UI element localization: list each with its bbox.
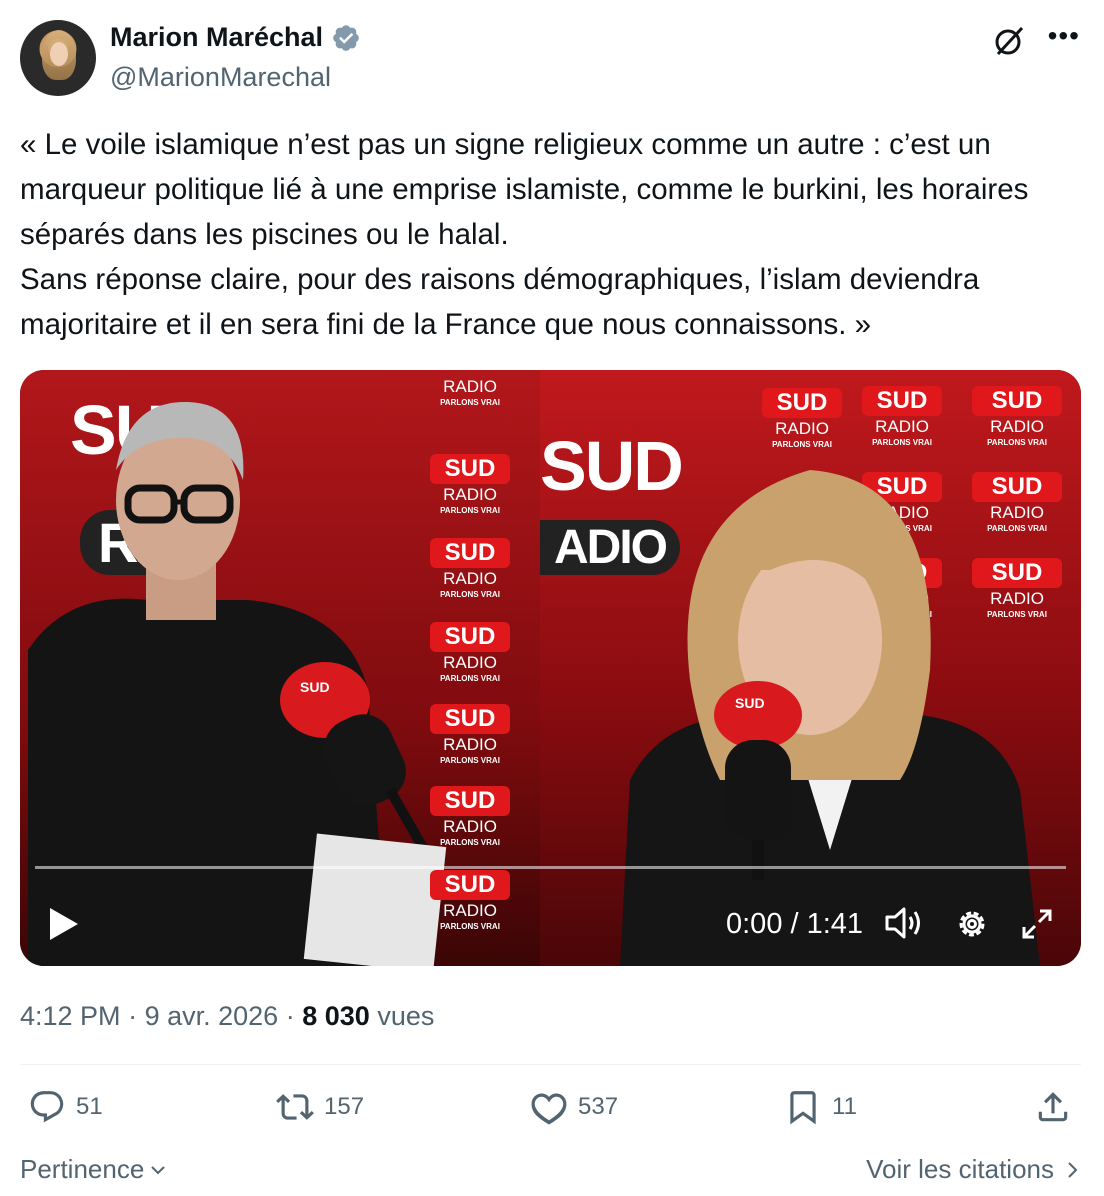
- tweet-time[interactable]: 4:12 PM: [20, 1001, 121, 1031]
- author-name[interactable]: Marion Maréchal: [110, 22, 323, 53]
- chevron-right-icon: [1068, 1161, 1078, 1178]
- verified-badge-icon: [333, 24, 359, 51]
- volume-icon[interactable]: [884, 906, 924, 940]
- repost-count: 157: [324, 1093, 365, 1120]
- bookmark-count: 11: [832, 1093, 857, 1120]
- wall-logo: SUDRADIOPARLONS VRAI: [430, 538, 510, 600]
- repost-icon: [276, 1094, 314, 1120]
- paper-sheet: [303, 833, 447, 966]
- avatar[interactable]: [20, 20, 96, 96]
- wall-logo: RADIO PARLONS VRAI: [440, 377, 500, 407]
- tweet-meta: 4:12 PM · 9 avr. 2026 · 8 030 vues: [20, 1001, 434, 1032]
- wall-logo: SUDRADIOPARLONS VRAI: [862, 386, 942, 448]
- quotes-label: Voir les citations: [866, 1154, 1054, 1184]
- bookmark-icon: [790, 1091, 816, 1125]
- author-handle[interactable]: @MarionMarechal: [110, 62, 331, 93]
- avatar-face: [50, 42, 68, 66]
- views-count: 8 030: [302, 1001, 370, 1031]
- microphone-right: SUD: [714, 681, 802, 880]
- heart-icon: [531, 1093, 567, 1125]
- video-time: 0:00 / 1:41: [726, 908, 864, 940]
- fullscreen-icon[interactable]: [1020, 907, 1054, 941]
- reply-count: 51: [76, 1093, 103, 1120]
- video-person-right: [620, 470, 1040, 966]
- repost-button[interactable]: 157: [276, 1088, 364, 1126]
- wall-logo: SUDRADIOPARLONS VRAI: [762, 388, 842, 450]
- chevron-down-icon: [151, 1165, 166, 1174]
- video-player[interactable]: SU RA SUD SUD ADIO RADIOPARLONS VRAI SUD…: [20, 370, 1081, 966]
- microphone-left: SUD: [280, 662, 435, 860]
- wall-logo: SUDRADIOPARLONS VRAI: [430, 786, 510, 848]
- divider: [20, 1064, 1081, 1065]
- reply-button[interactable]: 51: [28, 1088, 103, 1126]
- meta-separator: ·: [285, 1001, 295, 1031]
- view-quotes-link[interactable]: Voir les citations: [866, 1154, 1080, 1185]
- bookmark-button[interactable]: 11: [784, 1088, 857, 1126]
- share-button[interactable]: [1034, 1088, 1072, 1126]
- share-icon: [1038, 1092, 1068, 1122]
- wall-logo: SUDRADIOPARLONS VRAI: [972, 386, 1062, 448]
- wall-logo: SUDRADIOPARLONS VRAI: [430, 622, 510, 684]
- like-button[interactable]: 537: [530, 1088, 618, 1126]
- svg-text:SUD: SUD: [735, 695, 765, 711]
- views-label: vues: [377, 1001, 435, 1031]
- top-actions: •••: [992, 22, 1080, 58]
- wall-logo: SUDRADIOPARLONS VRAI: [430, 454, 510, 516]
- wall-logo: SUDRADIOPARLONS VRAI: [430, 704, 510, 766]
- action-bar: 51 157 537 11: [0, 1088, 1104, 1136]
- play-icon[interactable]: [48, 906, 80, 942]
- reply-icon: [30, 1091, 64, 1123]
- settings-gear-icon[interactable]: [954, 906, 990, 942]
- tweet-date[interactable]: 9 avr. 2026: [145, 1001, 279, 1031]
- meta-separator: ·: [128, 1001, 138, 1031]
- like-count: 537: [578, 1093, 619, 1120]
- video-progress-bar[interactable]: [35, 866, 1066, 869]
- wall-logo: SUDRADIOPARLONS VRAI: [430, 870, 510, 932]
- grok-icon[interactable]: [992, 24, 1026, 58]
- sort-dropdown[interactable]: Pertinence: [20, 1154, 168, 1185]
- sort-label: Pertinence: [20, 1154, 145, 1184]
- tweet-text: « Le voile islamique n’est pas un signe …: [20, 128, 1029, 341]
- svg-text:SUD: SUD: [300, 679, 330, 695]
- author-name-row[interactable]: Marion Maréchal: [110, 22, 361, 53]
- more-icon[interactable]: •••: [1048, 22, 1080, 50]
